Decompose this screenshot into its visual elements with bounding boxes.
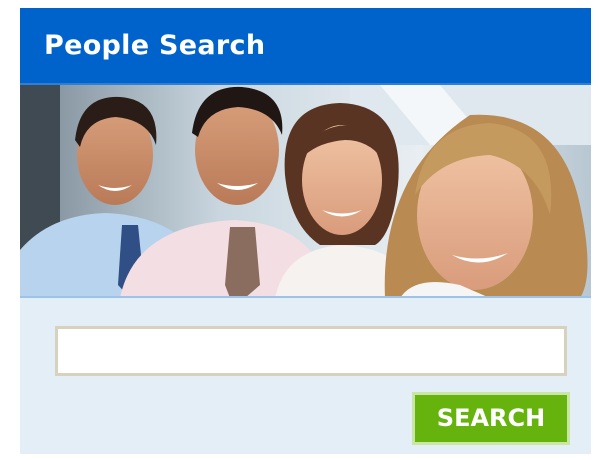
group-of-people-photo <box>20 85 591 296</box>
people-photo <box>20 85 591 298</box>
search-button[interactable]: SEARCH <box>412 392 570 445</box>
widget-header: People Search <box>20 8 591 85</box>
widget-title: People Search <box>44 30 266 61</box>
people-search-widget: People Search SEARCH <box>20 8 591 454</box>
people-search-input[interactable] <box>55 326 567 376</box>
